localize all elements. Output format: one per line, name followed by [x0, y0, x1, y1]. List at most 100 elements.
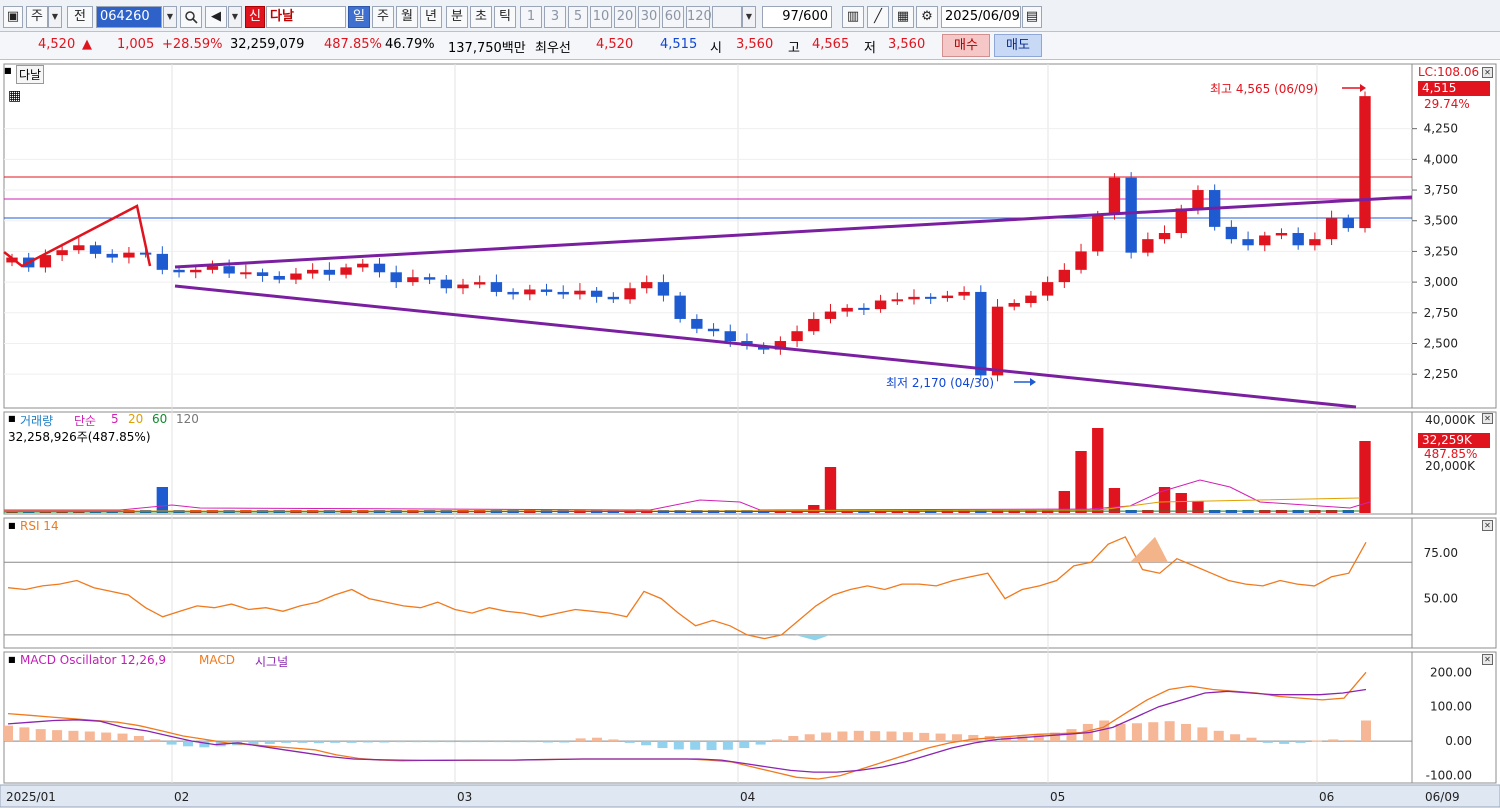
- macd-panel-close-icon[interactable]: ✕: [1482, 654, 1493, 665]
- date-input[interactable]: 2025/06/09: [941, 6, 1021, 28]
- macd-osc-bar-23: [379, 741, 390, 743]
- save-icon[interactable]: ▦: [892, 6, 914, 28]
- candle-body-60: [1008, 302, 1020, 307]
- rsi-panel-close-icon[interactable]: ✕: [1482, 520, 1493, 531]
- macd-osc-bar-3: [52, 730, 63, 742]
- macd-osc-bar-46: [755, 741, 766, 745]
- market-select[interactable]: 주: [26, 6, 48, 28]
- price-panel-close-icon[interactable]: ✕: [1482, 67, 1493, 78]
- price-tick-label-5: 3,000: [1424, 275, 1458, 289]
- macd-osc-bar-20: [330, 741, 341, 743]
- candle-body-4: [73, 245, 85, 251]
- price-tick-label-6: 2,750: [1424, 306, 1458, 320]
- macd-osc-bar-33: [542, 741, 553, 743]
- candle-body-38: [641, 282, 653, 289]
- macd-osc-bar-22: [362, 741, 373, 743]
- tick-unit-field[interactable]: [712, 6, 742, 28]
- macd-osc-bar-77: [1262, 741, 1273, 743]
- chart-canvas[interactable]: 4,250 4,000 3,750 3,500 3,250 3,000 2,750 2,500…: [0, 62, 1500, 809]
- search-icon[interactable]: [180, 6, 202, 28]
- minute-tab-20[interactable]: 20: [614, 6, 636, 28]
- macd-panel-collapse-icon[interactable]: ■: [8, 655, 16, 664]
- line-tool-icon[interactable]: ╱: [867, 6, 889, 28]
- display-count-field[interactable]: 97/600: [762, 6, 832, 28]
- minute-tab-1[interactable]: 1: [520, 6, 542, 28]
- period-tab-3[interactable]: 년: [420, 6, 442, 28]
- candle-body-65: [1092, 214, 1104, 252]
- stock-code-input[interactable]: 064260: [96, 6, 162, 28]
- macd-osc-bar-67: [1099, 720, 1110, 742]
- new-badge-label: 신: [249, 9, 261, 24]
- period-tab-5[interactable]: 초: [470, 6, 492, 28]
- candle-body-41: [691, 318, 703, 329]
- macd-osc-bar-51: [837, 731, 848, 742]
- candle-body-14: [240, 272, 252, 275]
- minute-tab-3[interactable]: 3: [544, 6, 566, 28]
- candle-body-48: [808, 318, 820, 332]
- macd-osc-bar-31: [510, 741, 521, 743]
- macd-osc-bar-7: [117, 733, 128, 742]
- chart-area[interactable]: 4,250 4,000 3,750 3,500 3,250 3,000 2,750 2,500…: [0, 62, 1500, 809]
- display-count-total: /600: [798, 9, 828, 24]
- candle-body-15: [256, 272, 269, 276]
- tick-unit-dropdown-icon[interactable]: ▼: [742, 6, 756, 28]
- candle-body-51: [858, 307, 870, 310]
- trade-amount: 137,750백만: [448, 41, 526, 56]
- macd-osc-bar-74: [1213, 730, 1224, 742]
- chart-title: 다날: [16, 65, 45, 84]
- stock-code-value: 064260: [100, 9, 150, 24]
- calendar-icon[interactable]: ▤: [1022, 6, 1042, 28]
- speaker-dropdown-icon[interactable]: ▼: [228, 6, 242, 28]
- macd-osc-bar-10: [166, 741, 177, 745]
- code-dropdown-icon[interactable]: ▼: [163, 6, 177, 28]
- macd-osc-bar-41: [673, 741, 684, 750]
- last-price-percent: 29.74%: [1424, 97, 1470, 111]
- stock-name-field[interactable]: 다날: [266, 6, 346, 28]
- window-menu-icon[interactable]: ▣: [3, 6, 23, 28]
- panel-collapse-icon[interactable]: ■: [4, 66, 12, 75]
- minute-tab-120[interactable]: 120: [686, 6, 712, 28]
- candle-body-47: [791, 331, 803, 342]
- volume-panel-close-icon[interactable]: ✕: [1482, 413, 1493, 424]
- sell-button[interactable]: 매도: [994, 34, 1042, 57]
- candle-body-29: [490, 282, 503, 292]
- macd-osc-bar-28: [461, 741, 472, 743]
- candle-body-74: [1242, 239, 1254, 246]
- gear-icon[interactable]: ⚙: [916, 6, 938, 28]
- macd-osc-bar-57: [935, 733, 946, 742]
- prev-button[interactable]: 전: [67, 6, 93, 28]
- minute-tab-60[interactable]: 60: [662, 6, 684, 28]
- candle-body-81: [1359, 96, 1371, 229]
- x-axis-label-0: 2025/01: [6, 790, 56, 804]
- period-tab-0[interactable]: 일: [348, 6, 370, 28]
- macd-osc-bar-21: [346, 741, 357, 743]
- market-label: 주: [31, 9, 43, 24]
- chevron-down-icon[interactable]: ▼: [48, 6, 62, 28]
- minute-tab-30[interactable]: 30: [638, 6, 660, 28]
- candle-body-8: [139, 252, 152, 255]
- current-price: 4,520: [38, 37, 76, 52]
- volume-last-percent: 487.85%: [1424, 447, 1478, 461]
- period-tab-1[interactable]: 주: [372, 6, 394, 28]
- minute-tab-5[interactable]: 5: [568, 6, 588, 28]
- candle-body-24: [407, 277, 419, 283]
- volume-ma-5: 5: [111, 412, 119, 426]
- rsi-panel-collapse-icon[interactable]: ■: [8, 521, 16, 530]
- speaker-icon[interactable]: ◀︎: [205, 6, 227, 28]
- macd-osc-bar-80: [1311, 740, 1322, 742]
- candle-body-71: [1192, 190, 1204, 209]
- period-tab-2[interactable]: 월: [396, 6, 418, 28]
- macd-osc-bar-75: [1230, 734, 1241, 742]
- volume-percent: 487.85%: [324, 37, 382, 52]
- price-tick-label-8: 2,250: [1424, 367, 1458, 381]
- macd-osc-bar-35: [575, 738, 586, 742]
- candle-style-icon[interactable]: ▥: [842, 6, 864, 28]
- period-tab-6[interactable]: 틱: [494, 6, 516, 28]
- buy-button[interactable]: 매수: [942, 34, 990, 57]
- minute-tab-10[interactable]: 10: [590, 6, 612, 28]
- period-tab-4[interactable]: 분: [446, 6, 468, 28]
- data-table-icon[interactable]: ▦: [8, 88, 21, 104]
- volume-ma-label: 단순: [74, 414, 97, 428]
- volume-panel-collapse-icon[interactable]: ■: [8, 414, 16, 423]
- macd-osc-bar-44: [722, 741, 733, 750]
